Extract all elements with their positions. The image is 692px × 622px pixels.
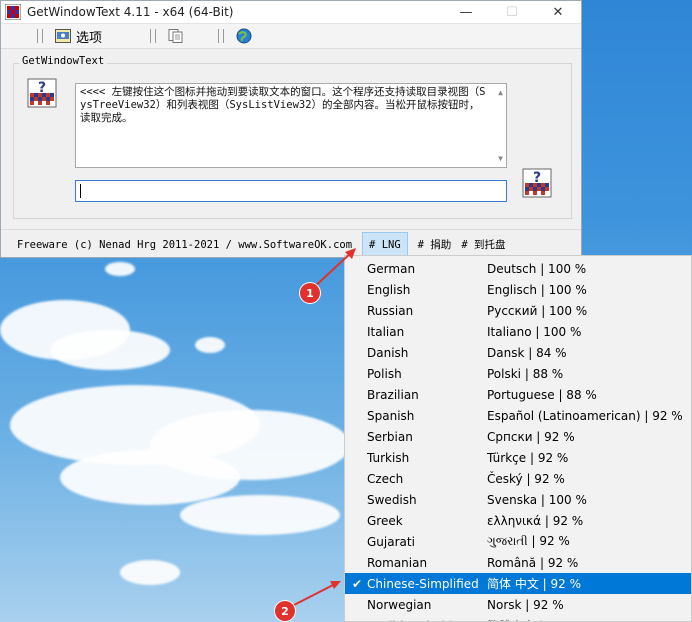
annotation-arrow-2	[291, 582, 338, 607]
annotation-badge-1: 1	[300, 283, 320, 303]
annotation-arrows	[291, 248, 356, 607]
annotation-arrow-1	[311, 251, 353, 290]
annotation-badge-2: 2	[275, 601, 295, 621]
